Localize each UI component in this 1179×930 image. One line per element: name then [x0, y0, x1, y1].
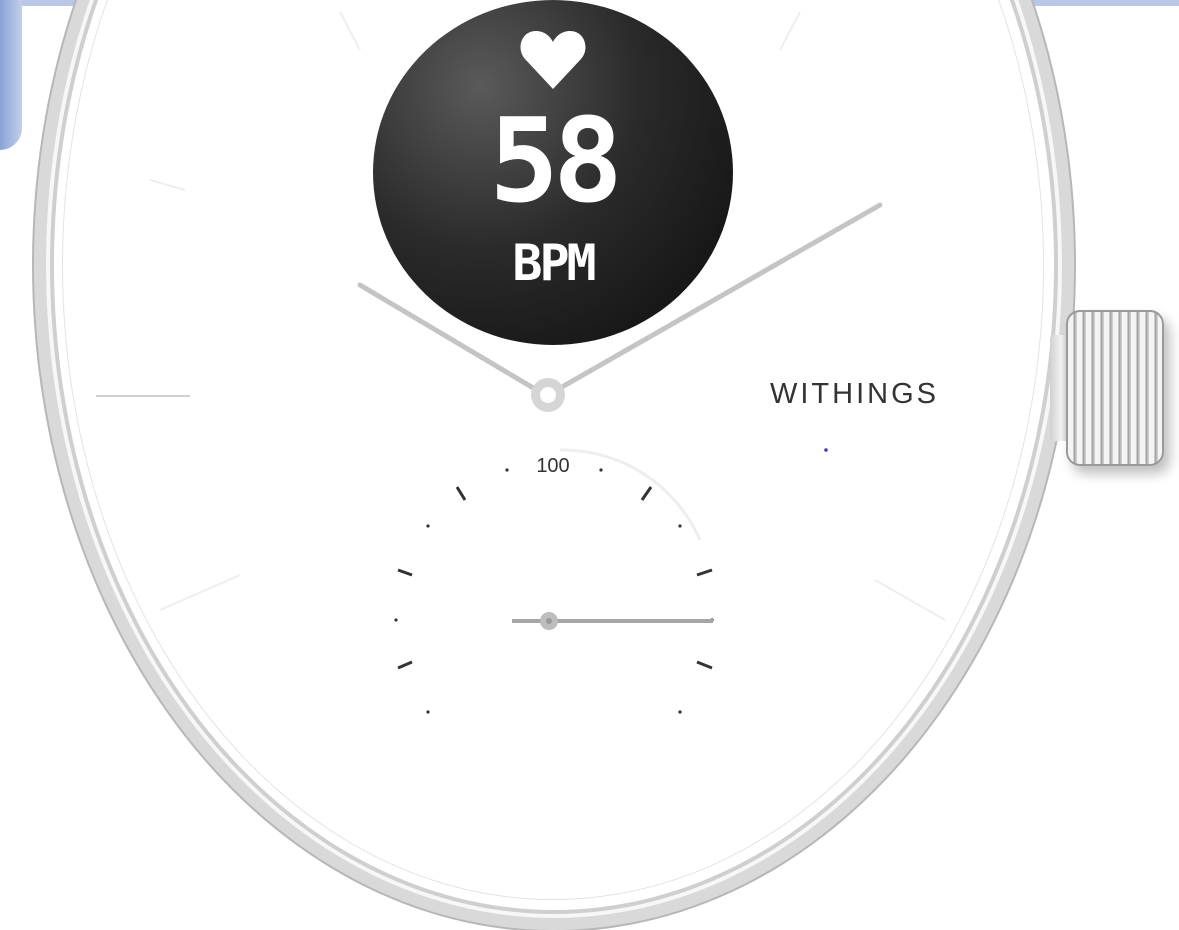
subdial-dot — [426, 710, 430, 714]
subdial-tick — [696, 568, 713, 577]
hour-marker-4 — [874, 579, 946, 621]
subdial-dot — [426, 524, 430, 528]
watch-hands-and-markers — [96, 11, 946, 714]
subdial-dot — [678, 710, 682, 714]
subdial-tick — [696, 660, 713, 670]
subdial-dot — [678, 524, 682, 528]
subdial-tick — [640, 486, 653, 501]
hour-marker-11 — [339, 11, 361, 51]
subdial-dot — [599, 468, 603, 472]
subdial-dot — [394, 618, 398, 622]
accent-dot — [824, 448, 828, 452]
hour-marker-8 — [159, 574, 241, 611]
hour-marker-1 — [779, 11, 801, 51]
minute-hand — [545, 202, 883, 398]
hour-marker-10 — [149, 179, 186, 191]
subdial-dot — [505, 468, 509, 472]
subdial-tick — [455, 486, 467, 501]
hour-hand — [357, 282, 548, 398]
subdial-tick — [397, 568, 413, 577]
subdial-tick — [397, 660, 413, 670]
